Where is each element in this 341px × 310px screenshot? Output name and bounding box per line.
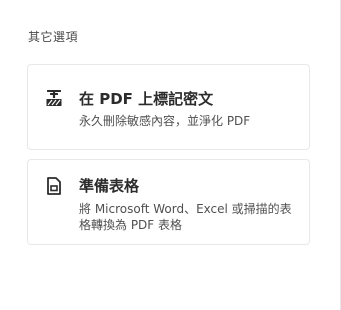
- redact-option-description: 永久刪除敏感內容，並淨化 PDF: [79, 114, 251, 128]
- prepare-form-option-card[interactable]: 準備表格 將 Microsoft Word、Excel 或掃描的表格轉換為 PD…: [27, 159, 310, 245]
- prepare-form-option-title: 準備表格: [79, 177, 140, 195]
- prepare-form-option-description: 將 Microsoft Word、Excel 或掃描的表格轉換為 PDF 表格: [79, 202, 292, 232]
- redact-icon: [46, 90, 62, 106]
- prepare-form-icon: [47, 177, 61, 195]
- section-title: 其它選項: [28, 30, 79, 44]
- redact-option-card[interactable]: 在 PDF 上標記密文 永久刪除敏感內容，並淨化 PDF: [27, 64, 310, 150]
- redact-option-title: 在 PDF 上標記密文: [79, 90, 214, 108]
